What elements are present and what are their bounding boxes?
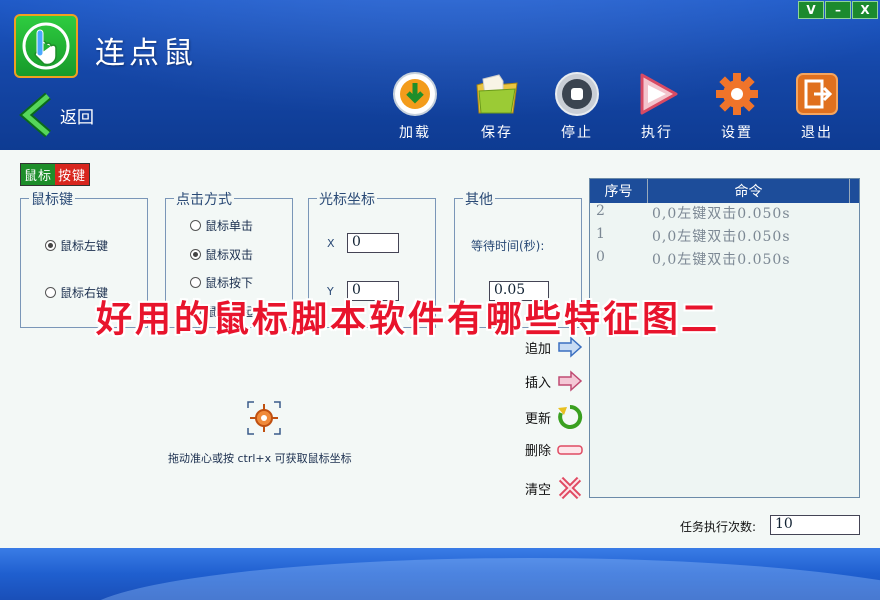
- main-panel: 鼠标 按键 鼠标键 鼠标左键 鼠标右键 点击方式 鼠标单击 鼠标双击 鼠标按下: [0, 150, 880, 550]
- group-title: 光标坐标: [317, 189, 377, 209]
- title-bar: V – X 连点鼠 返回 加载 保存 停止 执行 设置 退出: [0, 0, 880, 150]
- load-icon: [393, 72, 437, 116]
- overlay-caption: 好用的鼠标脚本软件有哪些特征图二: [96, 299, 721, 340]
- back-button[interactable]: 返回: [18, 92, 94, 138]
- list-item[interactable]: 0 0,0左键双击0.050s: [590, 249, 859, 272]
- exit-button[interactable]: 退出: [782, 70, 852, 142]
- input-type-tabs: 鼠标 按键: [20, 163, 91, 186]
- update-button[interactable]: 更新: [525, 404, 583, 430]
- toolbar: 加载 保存 停止 执行 设置 退出: [380, 70, 860, 142]
- list-item[interactable]: 1 0,0左键双击0.050s: [590, 226, 859, 249]
- crosshair-hint: 拖动准心或按 ctrl+x 可获取鼠标坐标: [168, 452, 352, 465]
- load-button[interactable]: 加载: [380, 70, 450, 142]
- x-input[interactable]: 0: [347, 233, 399, 253]
- minimize-button[interactable]: –: [825, 1, 851, 19]
- x-label: X: [327, 237, 335, 250]
- clear-x-icon: [558, 476, 582, 500]
- stop-button[interactable]: 停止: [542, 70, 612, 142]
- back-label: 返回: [60, 107, 94, 128]
- gear-icon: [716, 73, 758, 115]
- group-title: 鼠标键: [29, 189, 75, 209]
- radio-dot: [45, 240, 56, 251]
- footer-bar: [0, 548, 880, 600]
- group-title: 点击方式: [174, 189, 234, 209]
- radio-left-button[interactable]: 鼠标左键: [45, 237, 108, 254]
- save-button[interactable]: 保存: [462, 70, 532, 142]
- exit-icon: [796, 73, 838, 115]
- group-title: 其他: [463, 189, 495, 209]
- app-title: 连点鼠: [95, 36, 197, 71]
- radio-mouse-down[interactable]: 鼠标按下: [190, 274, 253, 291]
- delete-button[interactable]: 删除: [525, 440, 583, 459]
- list-header: 序号 命令: [590, 179, 859, 203]
- refresh-icon: [558, 404, 583, 429]
- chevron-left-icon: [19, 92, 51, 138]
- tab-key[interactable]: 按键: [55, 164, 90, 185]
- radio-single-click[interactable]: 鼠标单击: [190, 217, 253, 234]
- window-controls: V – X: [797, 1, 878, 19]
- radio-dot: [190, 277, 201, 288]
- column-header-command[interactable]: 命令: [648, 179, 850, 203]
- stop-icon: [555, 72, 599, 116]
- insert-button[interactable]: 插入: [525, 370, 583, 392]
- radio-dot: [190, 249, 201, 260]
- dropdown-button[interactable]: V: [798, 1, 824, 19]
- minus-icon: [557, 444, 583, 455]
- clear-button[interactable]: 清空: [525, 475, 583, 501]
- task-count-input[interactable]: 10: [770, 515, 860, 535]
- crosshair-icon[interactable]: [246, 400, 282, 436]
- list-item[interactable]: 2 0,0左键双击0.050s: [590, 203, 859, 226]
- column-header-index[interactable]: 序号: [590, 179, 648, 203]
- tab-mouse[interactable]: 鼠标: [21, 164, 56, 185]
- app-logo-hand-icon: [14, 14, 78, 78]
- close-button[interactable]: X: [852, 1, 878, 19]
- radio-double-click[interactable]: 鼠标双击: [190, 246, 253, 263]
- settings-button[interactable]: 设置: [702, 70, 772, 142]
- play-icon: [640, 73, 678, 115]
- save-folder-icon: [476, 74, 518, 114]
- arrow-right-pink-icon: [558, 370, 583, 392]
- radio-dot: [45, 287, 56, 298]
- task-count-label: 任务执行次数:: [680, 520, 757, 534]
- wait-time-label: 等待时间(秒):: [471, 239, 545, 253]
- run-button[interactable]: 执行: [622, 70, 692, 142]
- radio-dot: [190, 220, 201, 231]
